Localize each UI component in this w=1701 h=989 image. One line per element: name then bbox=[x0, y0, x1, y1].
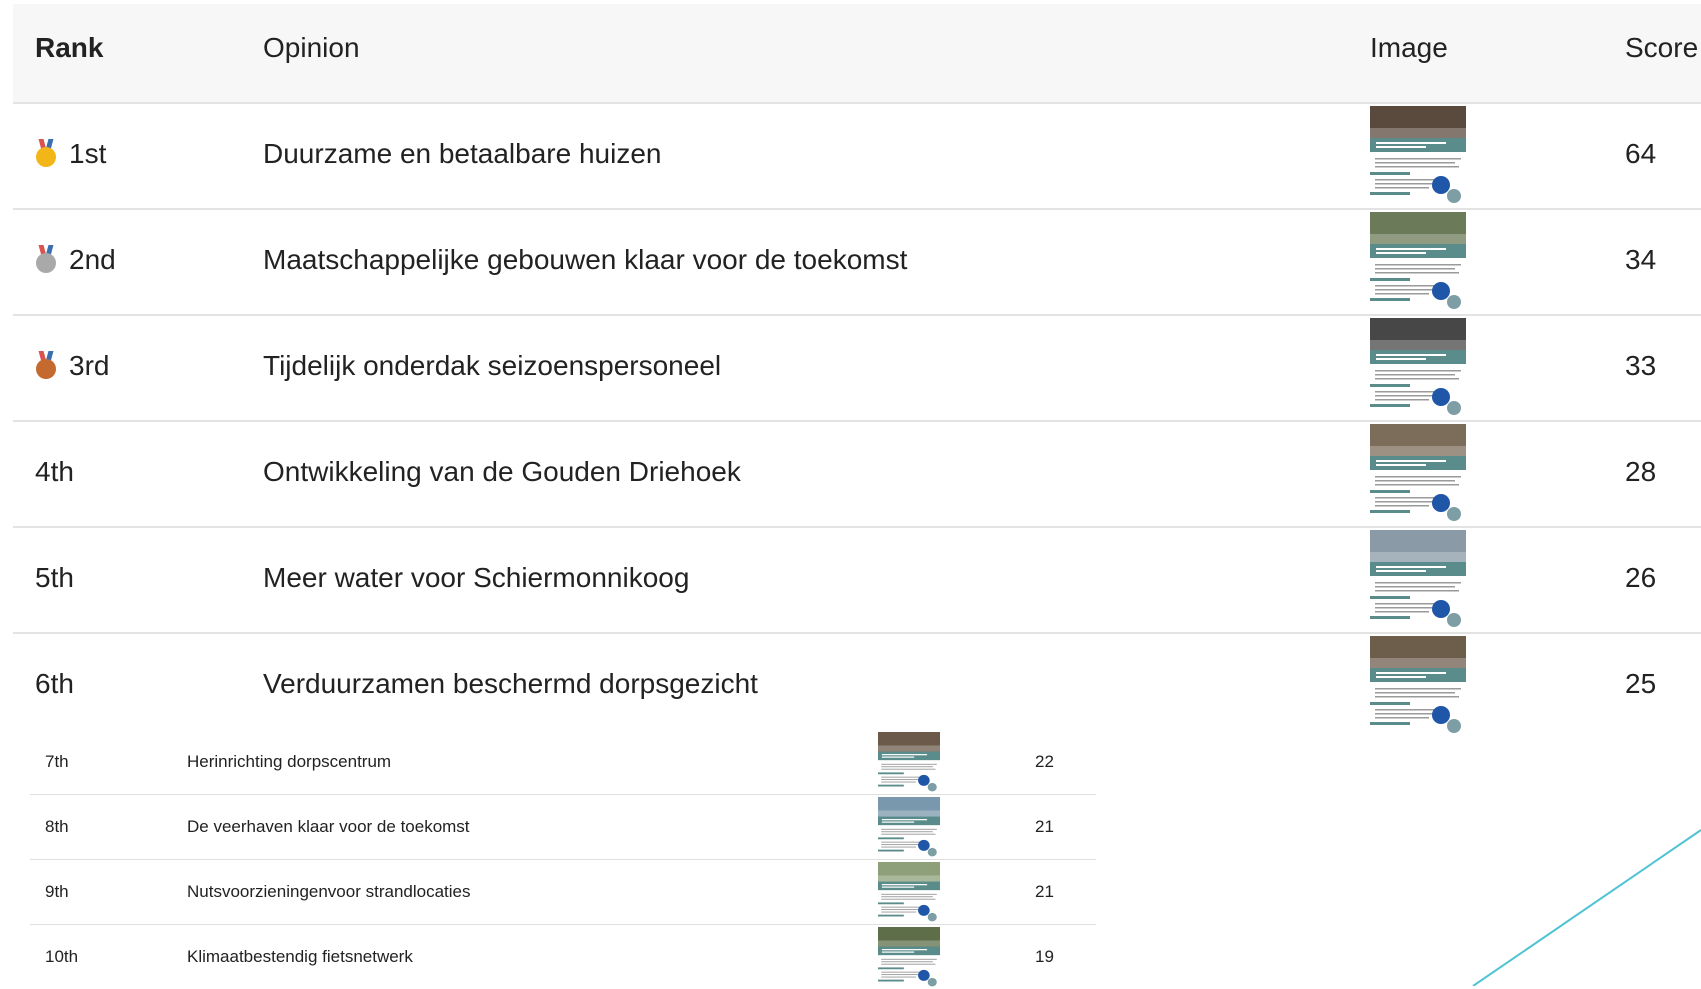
opinion-thumbnail[interactable] bbox=[878, 797, 940, 857]
score-value: 33 bbox=[1625, 350, 1657, 381]
opinion-thumbnail[interactable] bbox=[878, 862, 940, 922]
opinion-thumbnail[interactable] bbox=[1370, 636, 1466, 734]
rank-label: 2nd bbox=[69, 244, 116, 275]
score-value: 26 bbox=[1625, 562, 1657, 593]
rank-label: 3rd bbox=[69, 350, 110, 381]
rank-cell: 5th bbox=[35, 562, 74, 594]
rank-label: 1st bbox=[69, 138, 107, 169]
rank-label: 9th bbox=[45, 882, 69, 901]
rank-cell: 6th bbox=[35, 668, 74, 700]
table-row[interactable]: 4th Ontwikkeling van de Gouden Driehoek 28 bbox=[13, 422, 1701, 528]
score-value: 64 bbox=[1625, 138, 1657, 169]
table-row[interactable]: 9th Nutsvoorzieningenvoor strandlocaties 2… bbox=[30, 860, 1096, 925]
opinion-text: Tijdelijk onderdak seizoenspersoneel bbox=[263, 350, 722, 381]
rank-label: 6th bbox=[35, 668, 74, 699]
opinion-text: Duurzame en betaalbare huizen bbox=[263, 138, 662, 169]
score-value: 19 bbox=[1035, 947, 1054, 966]
table-row[interactable]: 7th Herinrichting dorpscentrum 22 bbox=[30, 730, 1096, 795]
rank-label: 5th bbox=[35, 562, 74, 593]
opinion-text: De veerhaven klaar voor de toekomst bbox=[187, 817, 470, 836]
opinion-text: Klimaatbestendig fietsnetwerk bbox=[187, 947, 413, 966]
rank-label: 4th bbox=[35, 456, 74, 487]
header-score: Score bbox=[1625, 32, 1699, 63]
ranking-table-secondary: 7th Herinrichting dorpscentrum 22 8th De vee… bbox=[30, 730, 1096, 989]
rank-cell: 3rd bbox=[35, 350, 109, 382]
rank-cell: 2nd bbox=[35, 244, 116, 276]
opinion-thumbnail[interactable] bbox=[1370, 212, 1466, 310]
opinion-text: Meer water voor Schiermonnikoog bbox=[263, 562, 690, 593]
table-row[interactable]: 1st Duurzame en betaalbare huizen 64 bbox=[13, 104, 1701, 210]
silver-medal-icon bbox=[35, 245, 57, 275]
opinion-text: Ontwikkeling van de Gouden Driehoek bbox=[263, 456, 741, 487]
header-image: Image bbox=[1370, 32, 1448, 63]
table-row[interactable]: 5th Meer water voor Schiermonnikoog 26 bbox=[13, 528, 1701, 634]
score-value: 22 bbox=[1035, 752, 1054, 771]
opinion-thumbnail[interactable] bbox=[1370, 424, 1466, 522]
header-opinion: Opinion bbox=[263, 32, 360, 63]
opinion-text: Nutsvoorzieningenvoor strandlocaties bbox=[187, 882, 471, 901]
score-value: 25 bbox=[1625, 668, 1657, 699]
rank-cell: 1st bbox=[35, 138, 106, 170]
opinion-text: Maatschappelijke gebouwen klaar voor de … bbox=[263, 244, 908, 275]
opinion-thumbnail[interactable] bbox=[1370, 530, 1466, 628]
opinion-thumbnail[interactable] bbox=[878, 927, 940, 987]
table-row[interactable]: 10th Klimaatbestendig fietsnetwerk 19 bbox=[30, 925, 1096, 989]
table-header: Rank Opinion Image Score bbox=[13, 4, 1701, 104]
rank-cell: 4th bbox=[35, 456, 74, 488]
rank-label: 7th bbox=[45, 752, 69, 771]
opinion-thumbnail[interactable] bbox=[1370, 318, 1466, 416]
ranking-table: Rank Opinion Image Score 1st Duurzame en … bbox=[13, 4, 1701, 738]
opinion-thumbnail[interactable] bbox=[878, 732, 940, 792]
table-row[interactable]: 3rd Tijdelijk onderdak seizoenspersoneel 3… bbox=[13, 316, 1701, 422]
table-row[interactable]: 8th De veerhaven klaar voor de toekomst 21 bbox=[30, 795, 1096, 860]
opinion-thumbnail[interactable] bbox=[1370, 106, 1466, 204]
rank-label: 10th bbox=[45, 947, 79, 966]
opinion-text: Herinrichting dorpscentrum bbox=[187, 752, 392, 771]
score-value: 34 bbox=[1625, 244, 1657, 275]
score-value: 21 bbox=[1035, 882, 1054, 901]
opinion-text: Verduurzamen beschermd dorpsgezicht bbox=[263, 668, 758, 699]
table-row[interactable]: 2nd Maatschappelijke gebouwen klaar voor … bbox=[13, 210, 1701, 316]
gold-medal-icon bbox=[35, 139, 57, 169]
table-row[interactable]: 6th Verduurzamen beschermd dorpsgezicht 25 bbox=[13, 634, 1701, 738]
rank-label: 8th bbox=[45, 817, 69, 836]
score-value: 28 bbox=[1625, 456, 1657, 487]
header-rank: Rank bbox=[35, 32, 104, 63]
score-value: 21 bbox=[1035, 817, 1054, 836]
bronze-medal-icon bbox=[35, 351, 57, 381]
